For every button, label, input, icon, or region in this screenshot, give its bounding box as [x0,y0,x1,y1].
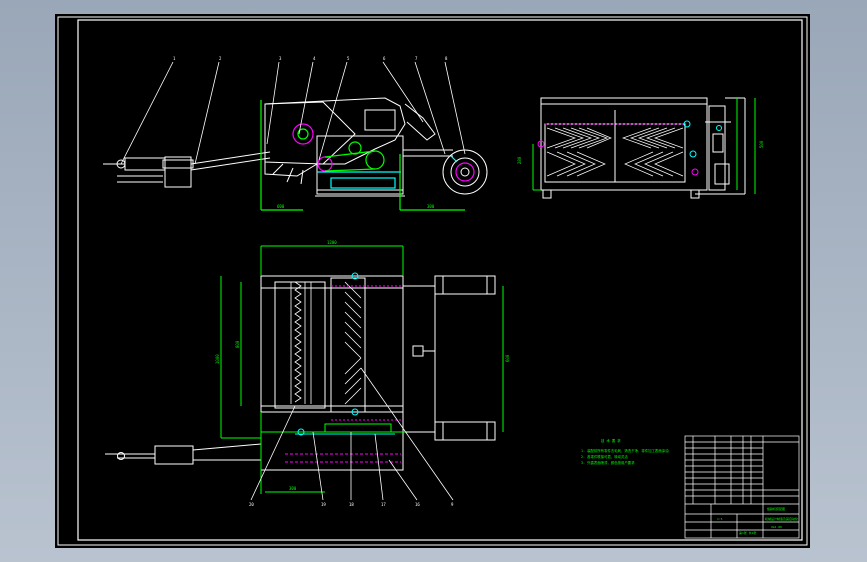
balloon-2: 2 [219,56,222,61]
dim-side-left: 600 [277,204,285,209]
balloon-7: 7 [415,56,418,61]
balloon-3: 3 [279,56,282,61]
dim-plan-height-outer: 1000 [215,354,220,364]
balloon-4: 4 [313,56,316,61]
notes-line-1: 1. 装配前所有零件去毛刺，清洗干净，零件加工表面涂油 [581,448,669,453]
notes-line-2: 2. 各零件联接可靠，转动灵活 [581,454,628,459]
balloons-top: 1 2 3 4 5 6 7 8 [173,56,448,61]
technical-notes: 技 术 要 求 1. 装配前所有零件去毛刺，清洗干净，零件加工表面涂油 2. 各… [581,438,669,465]
notes-line-3: 3. 外露表面喷漆，颜色按用户要求 [581,460,635,465]
balloon-9: 9 [451,502,454,507]
dim-side-right: 300 [427,204,435,209]
side-view [103,97,488,197]
balloon-20: 20 [249,502,254,507]
dim-plan-right: 600 [505,354,510,362]
front-view-details [532,98,756,194]
dim-plan-width: 1200 [327,240,337,245]
balloon-16: 16 [415,502,420,507]
company-name: 机械设计制造及其自动化 [765,516,798,521]
drawing-scale: 1:5 [717,517,723,521]
title-block [684,435,800,539]
balloon-17: 17 [381,502,386,507]
balloon-18: 18 [349,502,354,507]
notes-title: 技 术 要 求 [601,438,621,443]
leaders-top [120,61,466,165]
drawing-code: XGJ-00 [771,525,782,529]
balloons-bottom: 20 19 18 17 16 9 [249,502,454,507]
dim-plan-bottom: 300 [289,486,297,491]
balloon-5: 5 [347,56,350,61]
drawing-name: 旋耕机装配图 [767,506,785,511]
cad-drawing: 600 300 1 2 3 4 5 6 7 8 280 500 1200 100… [57,16,808,546]
dim-plan-height-inner: 800 [235,340,240,348]
balloon-19: 19 [321,502,326,507]
drawing-sheet-number: 第1张 共1张 [739,530,756,535]
cad-viewport[interactable]: 600 300 1 2 3 4 5 6 7 8 280 500 1200 100… [0,0,867,562]
dim-front-height: 280 [517,156,522,164]
balloon-6: 6 [383,56,386,61]
drawing-sheet[interactable]: 600 300 1 2 3 4 5 6 7 8 280 500 1200 100… [55,14,810,548]
balloon-1: 1 [173,56,176,61]
balloon-8: 8 [445,56,448,61]
title-block-text: 旋耕机装配图 机械设计制造及其自动化 XGJ-00 1:5 第1张 共1张 [717,506,798,535]
dim-front-side: 500 [759,140,764,148]
plan-view-blade [290,281,362,405]
